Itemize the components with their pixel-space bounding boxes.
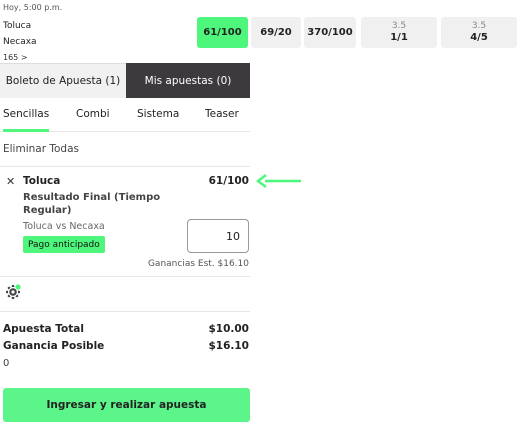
odds-line: 3.5 <box>391 21 407 31</box>
estimated-winnings: Ganancias Est. $16.10 <box>147 259 249 269</box>
odds-line: 3.5 <box>471 21 487 31</box>
odds-home-win[interactable]: 61/100 <box>197 17 248 48</box>
odds-total-over[interactable]: 3.5 1/1 <box>361 17 437 48</box>
divider <box>0 276 250 277</box>
match-time: Hoy, 5:00 p.m. <box>3 3 63 12</box>
potential-win-label: Ganancia Posible <box>3 340 105 352</box>
selection-event: Toluca vs Necaxa <box>23 221 105 232</box>
divider <box>0 311 250 312</box>
extra-value: 0 <box>3 358 10 369</box>
tab-bet-slip[interactable]: Boleto de Apuesta (1) <box>0 63 126 98</box>
close-icon[interactable]: ✕ <box>6 175 15 188</box>
tab-singles[interactable]: Sencillas <box>3 108 50 132</box>
clear-all-button[interactable]: Eliminar Todas <box>3 143 79 155</box>
odds-price: 4/5 <box>470 32 488 43</box>
bet-slip-tabs: Boleto de Apuesta (1) Mis apuestas (0) <box>0 63 250 98</box>
tab-my-bets[interactable]: Mis apuestas (0) <box>126 63 250 98</box>
away-team-name: Necaxa <box>3 37 37 47</box>
tab-teaser[interactable]: Teaser <box>205 108 239 120</box>
odds-draw[interactable]: 69/20 <box>251 17 301 48</box>
odds-price: 69/20 <box>260 26 292 38</box>
gear-icon[interactable] <box>5 284 21 300</box>
bet-slip: Boleto de Apuesta (1) Mis apuestas (0) S… <box>0 63 250 422</box>
tab-combi[interactable]: Combi <box>76 108 110 120</box>
arrow-left-icon <box>256 174 301 188</box>
place-bet-button[interactable]: Ingresar y realizar apuesta <box>3 388 250 422</box>
total-stake-label: Apuesta Total <box>3 323 84 335</box>
selection-market: Resultado Final (Tiempo Regular) <box>23 192 161 216</box>
total-stake-value: $10.00 <box>208 323 249 335</box>
potential-win-value: $16.10 <box>208 340 249 352</box>
odds-price: 61/100 <box>203 26 242 38</box>
more-markets-link[interactable]: 165 > <box>3 53 28 62</box>
stake-input[interactable] <box>187 219 249 253</box>
tab-system[interactable]: Sistema <box>137 108 179 120</box>
divider <box>0 166 250 167</box>
odds-total-under[interactable]: 3.5 4/5 <box>441 17 517 48</box>
early-payout-badge: Pago anticipado <box>23 236 105 253</box>
odds-price: 1/1 <box>390 32 408 43</box>
odds-price: 370/100 <box>307 26 353 38</box>
home-team-name: Toluca <box>3 21 32 31</box>
selection-team: Toluca <box>23 175 61 187</box>
bet-type-tabs: Sencillas Combi Sistema Teaser <box>0 98 250 132</box>
odds-away-win[interactable]: 370/100 <box>304 17 356 48</box>
selection-odds: 61/100 <box>208 175 249 187</box>
